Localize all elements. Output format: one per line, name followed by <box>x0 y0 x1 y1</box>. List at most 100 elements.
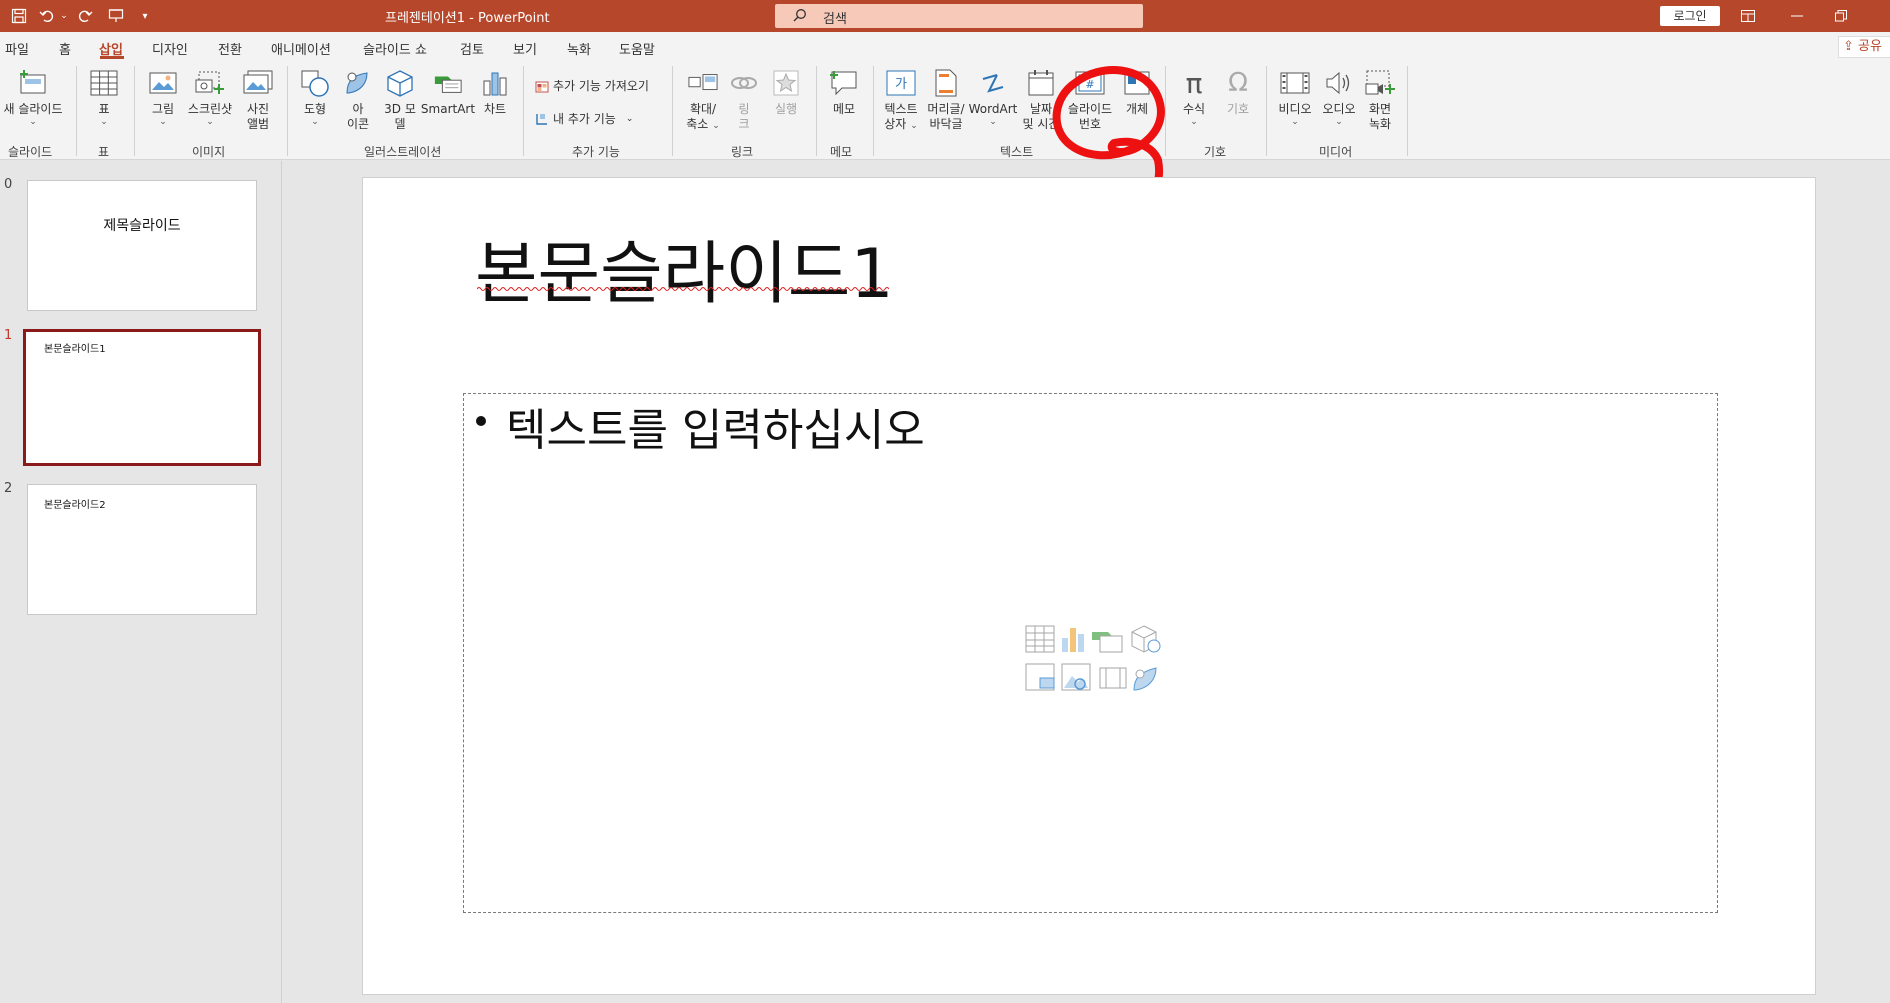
action-label: 실행 <box>774 102 798 116</box>
comment-icon <box>829 68 859 98</box>
audio-button[interactable]: 오디오 ⌄ <box>1318 68 1360 127</box>
new-slide-icon <box>18 68 48 98</box>
get-addins-button[interactable]: 추가 기능 가져오기 <box>535 77 649 94</box>
redo-icon[interactable] <box>74 5 96 27</box>
chart-icon <box>480 68 510 98</box>
annotation-circle <box>1052 66 1165 187</box>
my-addins-button[interactable]: 내 추가 기능 ⌄ <box>535 110 633 127</box>
smartart-button[interactable]: SmartArt <box>421 68 475 117</box>
get-addins-label: 추가 기능 가져오기 <box>553 79 649 93</box>
symbol-button[interactable]: Ω 기호 <box>1220 68 1256 117</box>
link-label-2: 크 <box>738 117 750 131</box>
slide-canvas[interactable]: 본문슬라이드1 텍스트를 입력하십시오 <box>362 177 1816 995</box>
star-icon <box>771 68 801 98</box>
minimize-icon[interactable] <box>1782 4 1812 28</box>
wordart-button[interactable]: WordArt ⌄ <box>968 68 1018 127</box>
link-icon <box>729 68 759 98</box>
restore-icon[interactable] <box>1826 4 1856 28</box>
comment-button[interactable]: 메모 <box>826 68 862 117</box>
tab-slide-show[interactable]: 슬라이드 쇼 <box>363 39 427 58</box>
video-button[interactable]: 비디오 ⌄ <box>1274 68 1316 127</box>
slide-thumbnail[interactable]: 제목슬라이드 <box>27 180 257 311</box>
3d-models-button[interactable]: 3D 모 델 <box>380 68 420 132</box>
thumbnail-title: 제목슬라이드 <box>103 218 181 234</box>
active-tab-indicator <box>100 56 124 59</box>
share-button[interactable]: ⇪ 공유 <box>1838 36 1890 58</box>
insert-table-icon[interactable] <box>1025 625 1055 653</box>
insert-video-icon[interactable] <box>1099 667 1127 689</box>
new-slide-label: 새 슬라이드 <box>3 102 63 116</box>
document-title: 프레젠테이션1 - PowerPoint <box>385 11 550 26</box>
screen-recording-button[interactable]: 화면 녹화 <box>1362 68 1398 132</box>
group-label-illustrations: 일러스트레이션 <box>364 145 442 159</box>
header-footer-button[interactable]: 머리글/ 바닥글 <box>924 68 968 132</box>
search-placeholder: 검색 <box>823 12 847 27</box>
ribbon-separator <box>287 66 288 156</box>
undo-dropdown-icon[interactable]: ⌄ <box>58 5 70 27</box>
tab-file[interactable]: 파일 <box>5 39 29 58</box>
equation-button[interactable]: π 수식 ⌄ <box>1176 67 1212 128</box>
content-placeholder-text[interactable]: 텍스트를 입력하십시오 <box>506 394 925 458</box>
new-slide-button[interactable]: 새 슬라이드 ⌄ <box>0 68 66 127</box>
omega-icon: Ω <box>1228 68 1248 98</box>
ribbon-tabs: 파일 홈 삽입 디자인 전환 애니메이션 슬라이드 쇼 검토 보기 녹화 도움말 <box>0 32 1890 60</box>
action-button[interactable]: 실행 <box>768 68 804 117</box>
equation-label: 수식 <box>1182 102 1206 116</box>
textbox-button[interactable]: 가 텍스트 상자 ⌄ <box>880 68 922 132</box>
tab-view[interactable]: 보기 <box>513 39 537 58</box>
tab-record[interactable]: 녹화 <box>567 39 591 58</box>
table-button[interactable]: 표 ⌄ <box>84 68 124 127</box>
ribbon-separator <box>1407 66 1408 156</box>
group-label-table: 표 <box>98 145 110 159</box>
thumbnail-title: 본문슬라이드1 <box>44 344 106 355</box>
store-icon <box>535 81 549 92</box>
login-button[interactable]: 로그인 <box>1660 6 1720 26</box>
insert-smartart-icon[interactable] <box>1092 632 1123 653</box>
ribbon-display-options-icon[interactable] <box>1733 4 1763 28</box>
content-placeholder[interactable]: 텍스트를 입력하십시오 <box>463 393 1718 913</box>
tab-help[interactable]: 도움말 <box>619 39 655 58</box>
table-icon <box>89 68 119 98</box>
speaker-icon <box>1324 68 1354 98</box>
chevron-down-icon: ⌄ <box>625 113 634 124</box>
3d-models-label: 3D 모 <box>384 102 416 116</box>
screenshot-button[interactable]: 스크린샷 ⌄ <box>185 68 235 127</box>
shapes-label: 도형 <box>303 102 327 116</box>
tab-transitions[interactable]: 전환 <box>218 39 242 58</box>
group-label-symbols: 기호 <box>1204 145 1227 159</box>
slide-thumbnail[interactable]: 본문슬라이드2 <box>27 484 257 615</box>
group-label-slides: 슬라이드 <box>8 145 53 159</box>
insert-chart-icon[interactable] <box>1062 628 1084 652</box>
tab-review[interactable]: 검토 <box>460 39 484 58</box>
title-bar: ⌄ ▾ 프레젠테이션1 - PowerPoint 검색 로그인 <box>0 0 1890 32</box>
search-input[interactable]: 검색 <box>775 4 1143 28</box>
insert-3d-model-icon[interactable] <box>1131 625 1161 653</box>
presentation-icon[interactable] <box>105 5 127 27</box>
slide-title[interactable]: 본문슬라이드1 <box>475 218 894 317</box>
pictures-button[interactable]: 그림 ⌄ <box>146 68 180 127</box>
audio-label: 오디오 <box>1322 102 1356 116</box>
slide-thumbnail-selected[interactable]: 본문슬라이드1 <box>23 329 261 466</box>
cube-icon <box>385 68 415 98</box>
screen-recording-label-2: 녹화 <box>1368 117 1392 131</box>
thumbnail-number: 0 <box>4 177 13 192</box>
group-label-comments: 메모 <box>830 145 853 159</box>
photo-album-button[interactable]: 사진 앨범 <box>238 68 278 132</box>
tab-home[interactable]: 홈 <box>59 39 71 58</box>
insert-picture-icon[interactable] <box>1025 663 1055 691</box>
icons-button[interactable]: 아 이콘 <box>342 68 374 132</box>
link-button[interactable]: 링 크 <box>730 68 758 132</box>
insert-content-icons <box>1025 625 1161 691</box>
tab-design[interactable]: 디자인 <box>152 39 188 58</box>
zoom-icon <box>688 68 718 98</box>
undo-icon[interactable] <box>36 5 58 27</box>
customize-quick-access-icon[interactable]: ▾ <box>138 5 152 27</box>
insert-icons-icon[interactable] <box>1133 667 1157 691</box>
save-icon[interactable] <box>8 5 30 27</box>
group-label-media: 미디어 <box>1319 145 1353 159</box>
shapes-button[interactable]: 도형 ⌄ <box>298 68 332 127</box>
zoom-button[interactable]: 확대/ 축소 ⌄ <box>684 68 722 132</box>
tab-animations[interactable]: 애니메이션 <box>271 39 331 58</box>
chart-button[interactable]: 차트 <box>478 68 512 117</box>
insert-stock-images-icon[interactable] <box>1061 663 1091 691</box>
